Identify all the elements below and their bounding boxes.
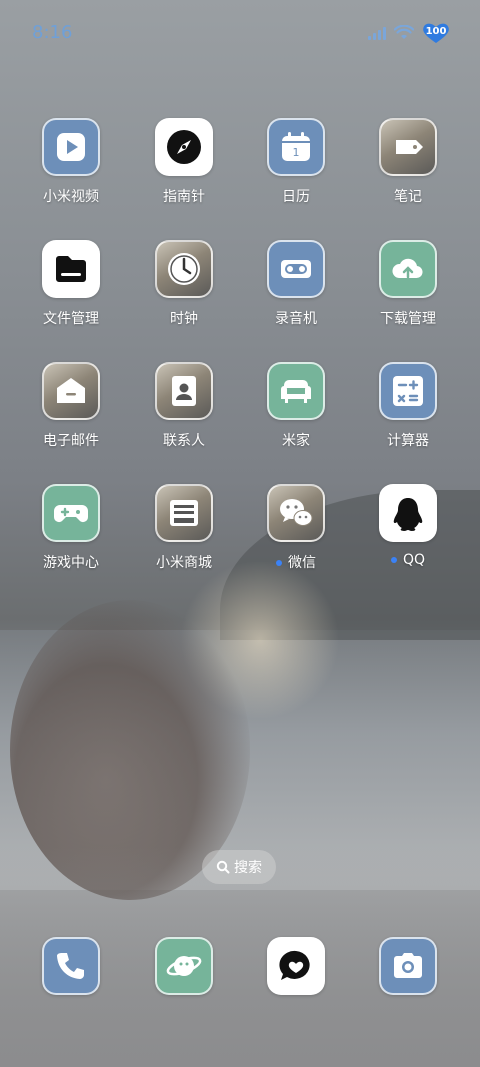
sofa-icon xyxy=(267,362,325,420)
app-label: 电子邮件 xyxy=(43,433,99,449)
planet-icon xyxy=(155,937,213,995)
dock-camera[interactable] xyxy=(352,937,464,995)
battery-heart-icon: 100 xyxy=(422,22,450,44)
app-label: 游戏中心 xyxy=(43,555,99,571)
calendar-icon: 1 xyxy=(267,118,325,176)
chat-heart-icon xyxy=(267,937,325,995)
app-label: 日历 xyxy=(282,189,310,205)
app-label: 米家 xyxy=(282,433,310,449)
app-mijia[interactable]: 米家 xyxy=(240,362,352,450)
app-label: 录音机 xyxy=(275,311,317,327)
app-game-center[interactable]: 游戏中心 xyxy=(15,484,127,572)
mail-icon xyxy=(42,362,100,420)
app-label: 下载管理 xyxy=(380,311,436,327)
app-qq[interactable]: QQ xyxy=(352,484,464,568)
app-wechat[interactable]: 微信 xyxy=(240,484,352,572)
app-calendar[interactable]: 1 日历 xyxy=(240,118,352,206)
app-label: 小米视频 xyxy=(43,189,99,205)
new-badge-dot xyxy=(390,557,397,563)
wechat-icon xyxy=(267,484,325,542)
search-pill[interactable]: 搜索 xyxy=(202,850,276,884)
calculator-icon xyxy=(379,362,437,420)
recorder-icon xyxy=(267,240,325,298)
app-compass[interactable]: 指南针 xyxy=(128,118,240,206)
dock-browser[interactable] xyxy=(128,937,240,995)
signal-icon xyxy=(368,26,386,40)
compass-icon xyxy=(155,118,213,176)
dock-phone[interactable] xyxy=(15,937,127,995)
app-label: 笔记 xyxy=(394,189,422,205)
app-label: 计算器 xyxy=(387,433,429,449)
video-play-icon xyxy=(42,118,100,176)
contact-card-icon xyxy=(155,362,213,420)
app-label-qq: QQ xyxy=(352,552,464,568)
app-label: 时钟 xyxy=(170,311,198,327)
app-contacts[interactable]: 联系人 xyxy=(128,362,240,450)
battery-level: 100 xyxy=(425,26,447,37)
app-label: 文件管理 xyxy=(43,311,99,327)
calendar-day: 1 xyxy=(293,146,300,159)
app-label-wechat: 微信 xyxy=(240,552,352,572)
app-mi-video[interactable]: 小米视频 xyxy=(15,118,127,206)
new-badge-dot xyxy=(276,560,282,566)
cloud-download-icon xyxy=(379,240,437,298)
gamepad-icon xyxy=(42,484,100,542)
app-label: 指南针 xyxy=(163,189,205,205)
app-calculator[interactable]: 计算器 xyxy=(352,362,464,450)
store-icon xyxy=(155,484,213,542)
folder-icon xyxy=(42,240,100,298)
qq-penguin-icon xyxy=(379,484,437,542)
app-email[interactable]: 电子邮件 xyxy=(15,362,127,450)
search-label: 搜索 xyxy=(234,860,262,876)
phone-icon xyxy=(42,937,100,995)
app-label: 联系人 xyxy=(163,433,205,449)
status-bar: 8:16 100 xyxy=(0,0,480,68)
app-label: 小米商城 xyxy=(156,555,212,571)
clock-icon xyxy=(155,240,213,298)
app-file-manager[interactable]: 文件管理 xyxy=(15,240,127,328)
app-mi-store[interactable]: 小米商城 xyxy=(128,484,240,572)
app-clock[interactable]: 时钟 xyxy=(128,240,240,328)
tag-note-icon xyxy=(379,118,437,176)
camera-icon xyxy=(379,937,437,995)
app-notes[interactable]: 笔记 xyxy=(352,118,464,206)
app-download-manager[interactable]: 下载管理 xyxy=(352,240,464,328)
app-recorder[interactable]: 录音机 xyxy=(240,240,352,328)
dock-messages[interactable] xyxy=(240,937,352,995)
wifi-icon xyxy=(394,25,414,39)
status-time: 8:16 xyxy=(32,22,73,43)
search-icon xyxy=(216,860,230,874)
